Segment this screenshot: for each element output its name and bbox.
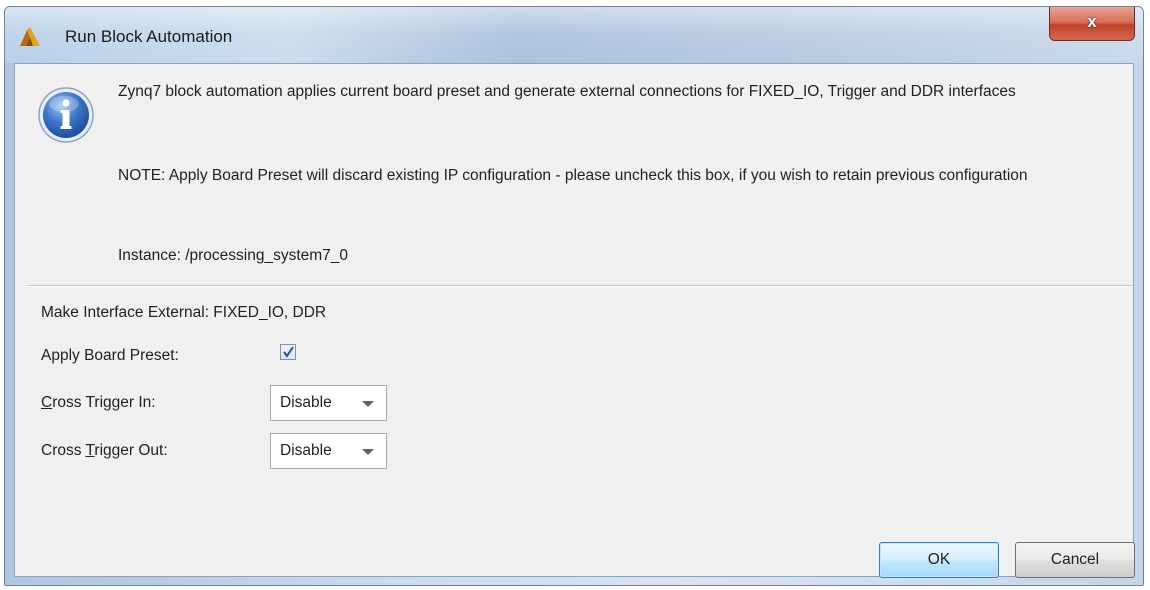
cross-trigger-in-select[interactable]: Disable [270, 385, 387, 421]
close-button[interactable]: x [1049, 7, 1135, 41]
info-panel: Zynq7 block automation applies current b… [15, 64, 1133, 282]
chevron-down-icon [362, 401, 374, 407]
cross-trigger-out-label: Cross Trigger Out: [41, 442, 168, 460]
title-bar[interactable]: Run Block Automation x [5, 7, 1143, 63]
chevron-down-icon [362, 449, 374, 455]
label-text: ross Trigger In: [52, 394, 156, 411]
dialog-window: Run Block Automation x Zynq7 block autom… [4, 6, 1144, 586]
window-title: Run Block Automation [65, 27, 233, 46]
section-divider [27, 285, 1132, 287]
selected-value: Disable [280, 394, 332, 411]
label-text: Cross [41, 442, 86, 459]
info-icon [37, 86, 95, 144]
instance-path: Instance: /processing_system7_0 [118, 247, 349, 264]
checkmark-icon [283, 346, 294, 358]
apply-board-preset-label: Apply Board Preset: [41, 347, 179, 364]
label-text: rigger Out: [94, 442, 168, 459]
make-interface-external-label: Make Interface External: FIXED_IO, DDR [41, 304, 327, 321]
cross-trigger-in-label: Cross Trigger In: [41, 394, 156, 412]
cancel-button[interactable]: Cancel [1015, 542, 1135, 578]
ok-button[interactable]: OK [879, 542, 999, 578]
vivado-logo-icon [19, 27, 41, 47]
dialog-content: Zynq7 block automation applies current b… [14, 63, 1135, 578]
mnemonic-char: C [41, 394, 53, 411]
preset-note: NOTE: Apply Board Preset will discard ex… [118, 167, 1028, 184]
cross-trigger-out-select[interactable]: Disable [270, 433, 387, 469]
automation-message: Zynq7 block automation applies current b… [118, 83, 1016, 100]
apply-board-preset-checkbox[interactable] [280, 344, 296, 360]
selected-value: Disable [280, 442, 332, 459]
close-icon: x [1087, 12, 1097, 31]
